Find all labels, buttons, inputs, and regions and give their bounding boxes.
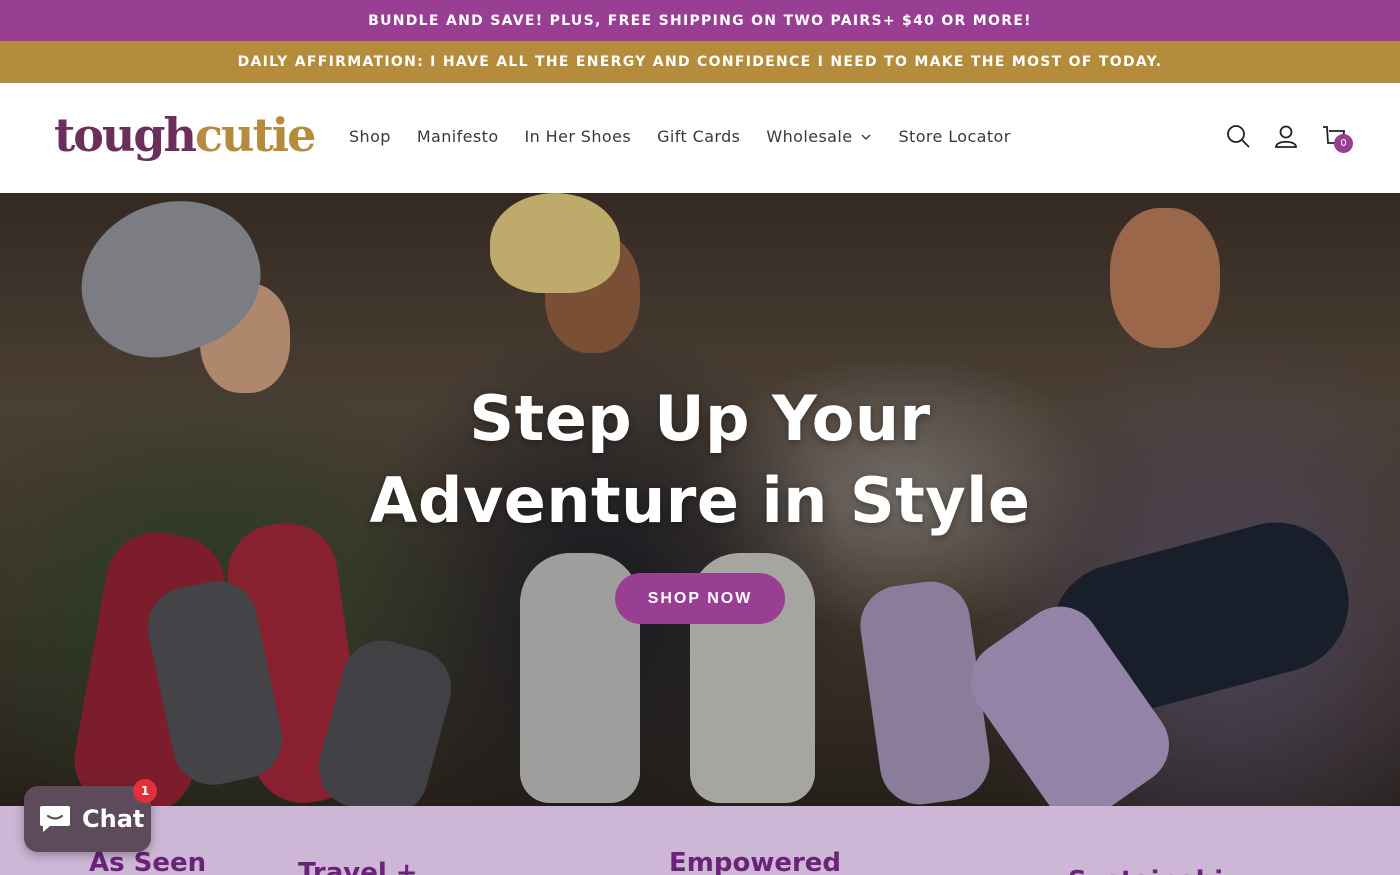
chat-bubble-icon	[40, 806, 70, 832]
logo-word-cutie: cutie	[194, 108, 316, 162]
affirmation-text: DAILY AFFIRMATION: I HAVE ALL THE ENERGY…	[237, 54, 1163, 70]
hero-banner: Step Up Your Adventure in Style SHOP NOW	[0, 193, 1400, 806]
account-icon[interactable]	[1273, 123, 1299, 149]
nav-label: Wholesale	[766, 127, 853, 146]
cart-count-badge: 0	[1334, 134, 1353, 153]
chevron-down-icon	[861, 134, 871, 140]
hero-title: Step Up Your Adventure in Style	[0, 378, 1400, 542]
nav-gift-cards[interactable]: Gift Cards	[644, 123, 753, 150]
nav-label: Shop	[349, 127, 391, 146]
hero-title-line: Adventure in Style	[369, 464, 1031, 537]
feature-heading: Travel +	[298, 858, 418, 875]
nav-shop[interactable]: Shop	[336, 123, 404, 150]
nav-wholesale[interactable]: Wholesale	[753, 123, 885, 150]
logo-word-tough: tough	[54, 108, 197, 162]
features-band: As Seen Travel + Empowered Sustainabi...	[0, 806, 1400, 875]
site-header: toughcutie Shop Manifesto In Her Shoes G…	[0, 83, 1400, 193]
main-nav: Shop Manifesto In Her Shoes Gift Cards W…	[336, 123, 1024, 150]
nav-label: In Her Shoes	[524, 127, 632, 146]
nav-in-her-shoes[interactable]: In Her Shoes	[512, 123, 645, 150]
nav-manifesto[interactable]: Manifesto	[404, 123, 512, 150]
feature-heading: Empowered	[669, 848, 842, 875]
nav-store-locator[interactable]: Store Locator	[885, 123, 1023, 150]
brand-logo[interactable]: toughcutie	[54, 107, 316, 163]
feature-heading: Sustainabi...	[1068, 866, 1253, 875]
hero-title-line: Step Up Your	[469, 382, 931, 455]
search-icon[interactable]	[1225, 123, 1251, 149]
chat-unread-badge: 1	[133, 779, 157, 803]
chat-label: Chat	[82, 805, 145, 833]
chat-widget-button[interactable]: Chat	[24, 786, 151, 852]
nav-label: Store Locator	[898, 127, 1011, 146]
shop-now-button[interactable]: SHOP NOW	[615, 573, 785, 624]
promo-announcement-bar: BUNDLE AND SAVE! PLUS, FREE SHIPPING ON …	[0, 0, 1400, 41]
promo-text: BUNDLE AND SAVE! PLUS, FREE SHIPPING ON …	[368, 12, 1032, 29]
nav-label: Gift Cards	[657, 127, 741, 146]
affirmation-bar: DAILY AFFIRMATION: I HAVE ALL THE ENERGY…	[0, 41, 1400, 83]
feature-heading: As Seen	[89, 848, 207, 875]
nav-label: Manifesto	[416, 127, 499, 146]
